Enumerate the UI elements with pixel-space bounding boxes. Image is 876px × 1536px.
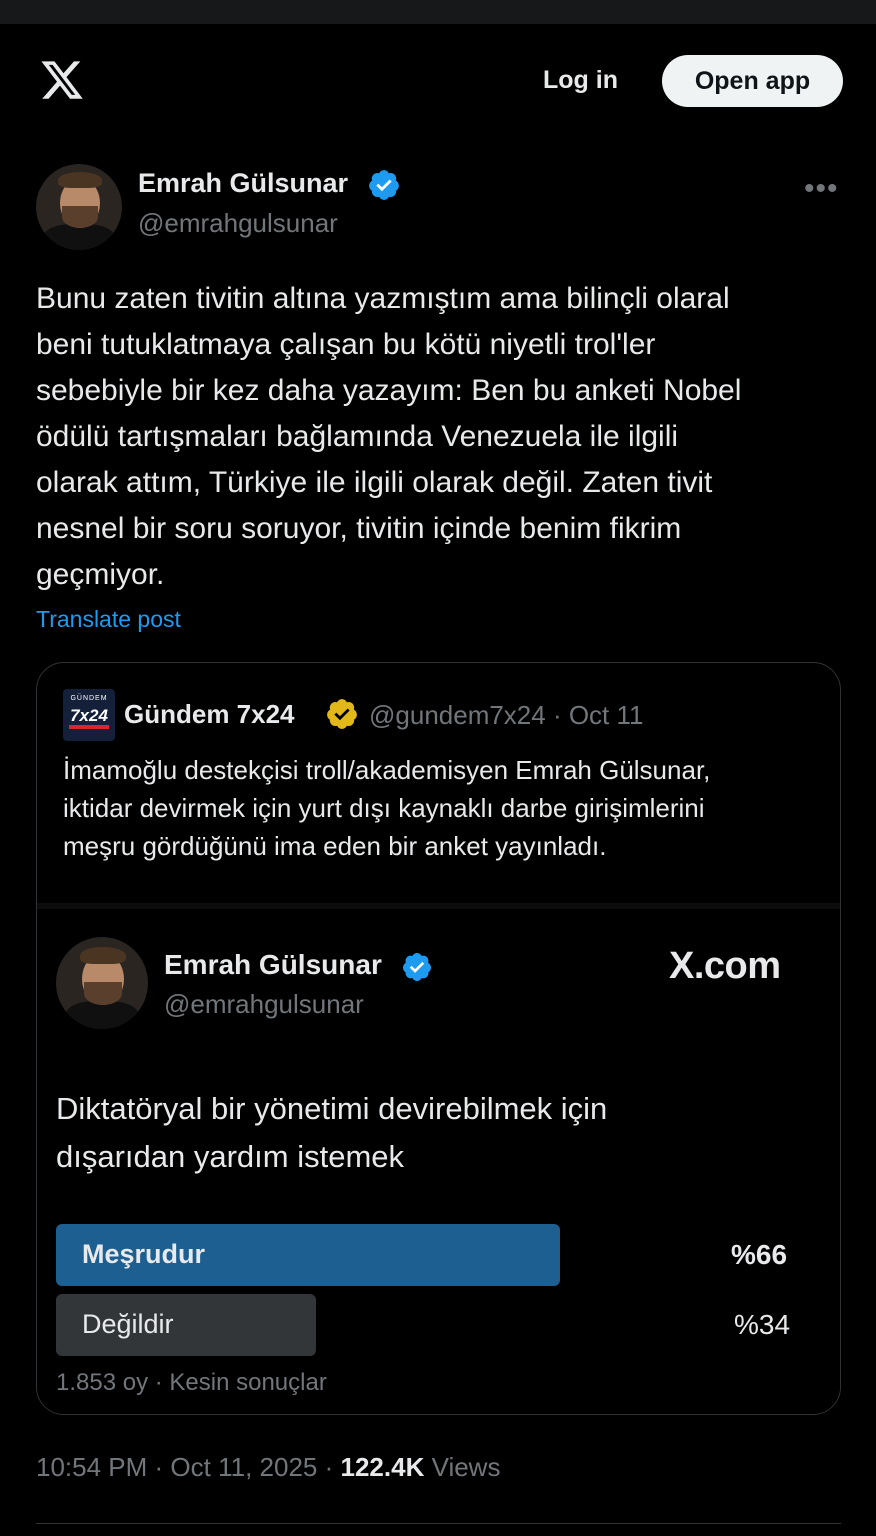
post-text-line: sebebiyle bir kez daha yazayım: Ben bu a…	[36, 374, 742, 407]
top-nav: Log in Open app	[0, 24, 876, 134]
post-text-line: Bunu zaten tivitin altına yazmıştım ama …	[36, 282, 730, 315]
quoted-text: İmamoğlu destekçisi troll/akademisyen Em…	[63, 751, 823, 865]
xcom-brand: X.com	[669, 945, 781, 987]
poll-option-label: Meşrudur	[82, 1239, 206, 1269]
author-name[interactable]: Emrah Gülsunar	[138, 168, 348, 199]
verified-badge-icon	[369, 170, 399, 200]
card-author-avatar	[56, 937, 148, 1029]
quoted-text-line: İmamoğlu destekçisi troll/akademisyen Em…	[63, 755, 711, 785]
quoted-author-name[interactable]: Gündem 7x24	[124, 699, 295, 730]
poll-question-line: dışarıdan yardım istemek	[56, 1139, 405, 1174]
post-text-line: olarak attım, Türkiye ile ilgili olarak …	[36, 466, 713, 499]
poll-option-bar: Değildir	[56, 1294, 316, 1356]
gundem-logo-avatar[interactable]: GÜNDEM 7x24	[63, 689, 115, 741]
poll-option-label: Değildir	[82, 1309, 174, 1339]
poll-question: Diktatöryal bir yönetimi devirebilmek iç…	[56, 1085, 816, 1181]
translate-post-link[interactable]: Translate post	[36, 606, 181, 633]
poll-option-percent: %66	[731, 1239, 788, 1270]
logo-stripe	[69, 725, 109, 729]
gold-verified-badge-icon	[327, 699, 357, 729]
post-text: Bunu zaten tivitin altına yazmıştım ama …	[36, 276, 836, 598]
card-author-name: Emrah Gülsunar	[164, 949, 382, 980]
post-time[interactable]: 10:54 PM	[36, 1452, 147, 1482]
poll-question-line: Diktatöryal bir yönetimi devirebilmek iç…	[56, 1091, 608, 1126]
author-handle[interactable]: @emrahgulsunar	[138, 208, 338, 239]
card-author-handle: @emrahgulsunar	[164, 989, 364, 1019]
post-text-line: geçmiyor.	[36, 558, 165, 591]
post-text-line: beni tutuklatmaya çalışan bu kötü niyetl…	[36, 328, 656, 361]
quoted-handle-date: @gundem7x24 · Oct 11	[369, 700, 644, 730]
login-button[interactable]: Log in	[543, 66, 618, 95]
post-text-line: ödülü tartışmaları bağlamında Venezuela …	[36, 420, 679, 453]
divider	[36, 1523, 841, 1524]
post-meta: 10:54 PM · Oct 11, 2025 · 122.4K Views	[36, 1452, 500, 1483]
poll-option-percent: %34	[734, 1309, 791, 1340]
poll-meta: 1.853 oy · Kesin sonuçlar	[56, 1369, 327, 1396]
logo-small-text: GÜNDEM	[70, 695, 108, 702]
logo-big-text: 7x24	[70, 706, 108, 725]
author-avatar[interactable]	[36, 164, 122, 250]
quoted-text-line: iktidar devirmek için yurt dışı kaynaklı…	[63, 793, 705, 823]
more-options-icon[interactable]: •••	[804, 172, 839, 206]
views-count: 122.4K	[340, 1452, 425, 1482]
card-verified-badge-icon	[402, 953, 431, 981]
views-label: Views	[431, 1452, 501, 1482]
post-text-line: nesnel bir soru soruyor, tivitin içinde …	[36, 512, 682, 545]
status-bar	[0, 0, 876, 24]
poll-screenshot-card[interactable]: Emrah Gülsunar @emrahgulsunar X.com Dikt…	[37, 903, 840, 1414]
quoted-post[interactable]: GÜNDEM 7x24 Gündem 7x24 @gundem7x24 · Oc…	[36, 662, 841, 1415]
open-app-button[interactable]: Open app	[662, 55, 843, 107]
poll-option-bar: Meşrudur	[56, 1224, 560, 1286]
meta-separator: ·	[154, 1452, 171, 1482]
meta-separator: ·	[324, 1452, 341, 1482]
quoted-text-line: meşru gördüğünü ima eden bir anket yayın…	[63, 831, 607, 861]
post-date[interactable]: Oct 11, 2025	[170, 1452, 317, 1482]
x-logo-icon[interactable]	[38, 57, 86, 103]
